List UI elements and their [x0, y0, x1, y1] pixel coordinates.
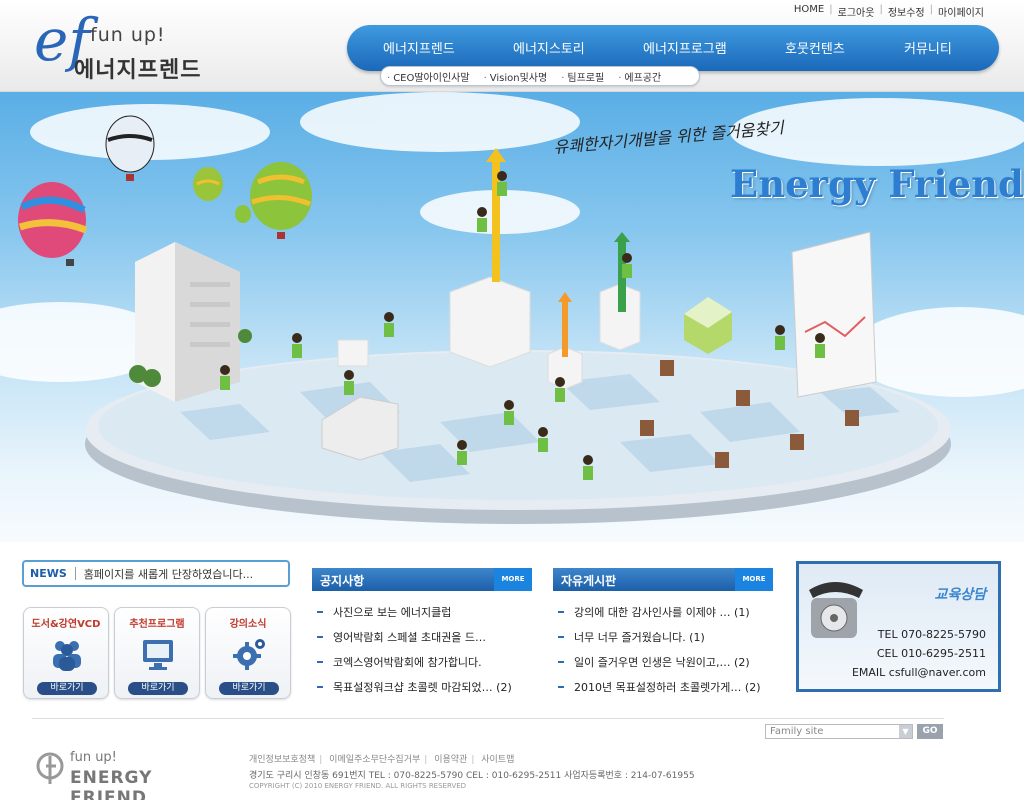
subnav-space[interactable]: 에프공간 — [618, 69, 661, 84]
people-icon — [53, 641, 81, 671]
footer-link-privacy[interactable]: 개인정보보호정책 — [249, 755, 315, 765]
hero-illustration — [0, 92, 1024, 524]
chevron-down-icon[interactable]: ▼ — [899, 725, 912, 738]
footer-divider — [32, 718, 944, 719]
quick-box-title: 추천프로그램 — [129, 619, 185, 630]
quick-box-go-button[interactable]: 바로가기 — [219, 682, 279, 695]
notice-item[interactable]: 영어박람회 스페셜 초대권을 드… — [312, 624, 532, 649]
free-board-title: 자유게시판 — [561, 574, 617, 588]
news-text[interactable]: 홈페이지를 새롭게 단장하였습니다... — [84, 566, 253, 582]
free-board-list: 강의에 대한 감사인사를 이제야 … (1) 너무 너무 즐거웠습니다. (1)… — [553, 599, 773, 699]
nav-energystory[interactable]: 에너지스토리 — [513, 38, 585, 57]
quick-box-lectures[interactable]: 강의소식 바로가기 — [205, 607, 291, 699]
monitor-icon — [143, 640, 173, 670]
footer-logo-mark-icon — [36, 752, 64, 784]
box-icon — [337, 339, 369, 367]
box-with-arrow-icon — [449, 148, 531, 368]
footer-link-sitemap[interactable]: 사이트맵 — [481, 755, 514, 765]
header: ef fun up! 에너지프렌드 HOME | 로그아웃 | 정보수정 | 마… — [0, 0, 1024, 92]
gear-icon — [233, 639, 265, 670]
notice-item[interactable]: 코엑스영어박람회에 참가합니다. — [312, 649, 532, 674]
box-with-arrow-icon — [547, 292, 583, 390]
news-label: NEWS — [30, 567, 76, 580]
balloon-icon — [235, 205, 251, 223]
subnav-ceo-greeting[interactable]: CEO딸아이인사말 — [387, 69, 469, 84]
logo-name: 에너지프렌드 — [74, 58, 202, 83]
consult-title: 교육상담 — [934, 587, 986, 603]
cube-icon — [684, 297, 732, 354]
utility-nav: HOME | 로그아웃 | 정보수정 | 마이페이지 — [794, 4, 984, 19]
family-site-value: Family site — [770, 726, 824, 737]
sub-nav: CEO딸아이인사말 Vision및사명 팀프로필 에프공간 — [380, 66, 700, 86]
notice-item[interactable]: 목표설정워크샵 초콜렛 마감되었… (2) — [312, 674, 532, 699]
balloon-icon — [18, 182, 88, 266]
logo[interactable]: ef fun up! 에너지프렌드 — [30, 10, 230, 83]
notice-list: 사진으로 보는 에너지클럽 영어박람회 스페셜 초대권을 드… 코엑스영어박람회… — [312, 599, 532, 699]
util-mypage-link[interactable]: 마이페이지 — [938, 4, 984, 19]
telephone-icon — [809, 582, 863, 638]
free-board-item[interactable]: 강의에 대한 감사인사를 이제야 … (1) — [553, 599, 773, 624]
footer-copyright: COPYRIGHT (C) 2010 ENERGY FRIEND. ALL RI… — [249, 782, 467, 790]
quick-box-title: 강의소식 — [229, 619, 267, 630]
footer-address: 경기도 구리시 인창동 691번지 TEL : 070-8225-5790 CE… — [249, 771, 695, 781]
footer-link-separator: | — [424, 755, 428, 765]
consult-email: EMAIL csfull@naver.com — [851, 666, 986, 679]
util-logout-link[interactable]: 로그아웃 — [838, 4, 875, 19]
free-board-item[interactable]: 일이 즐거우면 인생은 낙원이고,… (2) — [553, 649, 773, 674]
quick-box-go-button[interactable]: 바로가기 — [128, 682, 188, 695]
box-with-arrow-icon — [599, 232, 641, 351]
util-home-link[interactable]: HOME — [794, 4, 824, 19]
news-ticker[interactable]: NEWS 홈페이지를 새롭게 단장하였습니다... — [22, 560, 290, 587]
family-site-select[interactable]: Family site ▼ — [765, 724, 913, 739]
free-board-item[interactable]: 2010년 목표설정하러 초콜렛가게… (2) — [553, 674, 773, 699]
notice-board-header: 공지사항 MORE — [312, 568, 532, 591]
consult-tel: TEL 070-8225-5790 — [877, 628, 986, 641]
nav-energyfriend[interactable]: 에너지프렌드 — [383, 38, 455, 57]
chart-board-icon — [791, 231, 877, 398]
footer-link-separator: | — [471, 755, 475, 765]
quick-box-title: 도서&강연VCD — [31, 619, 101, 630]
balloon-icon — [193, 167, 223, 201]
nav-energyprogram[interactable]: 에너지프로그램 — [643, 38, 727, 57]
footer-logo-name: ENERGY FRIEND — [70, 768, 153, 800]
consult-box: 교육상담 TEL 070-8225-5790 CEL 010-6295-2511… — [796, 561, 1001, 692]
hero-brand-title: Energy Friend — [730, 162, 1024, 206]
notice-more-button[interactable]: MORE — [494, 568, 532, 591]
consult-cel: CEL 010-6295-2511 — [876, 647, 986, 660]
notice-board-title: 공지사항 — [320, 574, 365, 588]
free-board: 자유게시판 MORE 강의에 대한 감사인사를 이제야 … (1) 너무 너무 … — [553, 568, 773, 699]
nav-contents[interactable]: 호뭇컨텐츠 — [785, 38, 845, 57]
footer-link-email-refusal[interactable]: 이메일주소무단수집거부 — [329, 755, 420, 765]
free-board-header: 자유게시판 MORE — [553, 568, 773, 591]
logo-tagline: fun up! — [90, 24, 166, 46]
free-board-item[interactable]: 너무 너무 즐거웠습니다. (1) — [553, 624, 773, 649]
balloon-icon — [250, 162, 312, 239]
family-site-go-button[interactable]: GO — [917, 724, 943, 739]
page: ef fun up! 에너지프렌드 HOME | 로그아웃 | 정보수정 | 마… — [0, 0, 1024, 800]
subnav-vision[interactable]: Vision및사명 — [484, 69, 547, 84]
quick-box-programs[interactable]: 추천프로그램 바로가기 — [114, 607, 200, 699]
nav-community[interactable]: 커뮤니티 — [904, 38, 952, 57]
quick-box-go-button[interactable]: 바로가기 — [37, 682, 97, 695]
main-nav: 에너지프렌드 에너지스토리 에너지프로그램 호뭇컨텐츠 커뮤니티 — [347, 25, 999, 71]
quick-box-books[interactable]: 도서&강연VCD 바로가기 — [23, 607, 109, 699]
notice-item[interactable]: 사진으로 보는 에너지클럽 — [312, 599, 532, 624]
subnav-team-profile[interactable]: 팀프로필 — [561, 69, 604, 84]
util-separator: | — [879, 4, 883, 15]
free-board-more-button[interactable]: MORE — [735, 568, 773, 591]
footer-links: 개인정보보호정책 | 이메일주소무단수집거부 | 이용약관 | 사이트맵 — [249, 752, 514, 765]
util-separator: | — [829, 4, 833, 15]
util-edit-info-link[interactable]: 정보수정 — [888, 4, 925, 19]
notice-board: 공지사항 MORE 사진으로 보는 에너지클럽 영어박람회 스페셜 초대권을 드… — [312, 568, 532, 699]
footer-link-terms[interactable]: 이용약관 — [434, 755, 467, 765]
util-separator: | — [929, 4, 933, 15]
balloon-icon — [105, 115, 155, 181]
footer-link-separator: | — [319, 755, 323, 765]
hero-banner: 유쾌한자기개발을 위한 즐거움찾기 Energy Friend — [0, 92, 1024, 542]
footer-logo: fun up! ENERGY FRIEND — [36, 748, 226, 800]
footer-logo-tagline: fun up! — [70, 750, 117, 765]
